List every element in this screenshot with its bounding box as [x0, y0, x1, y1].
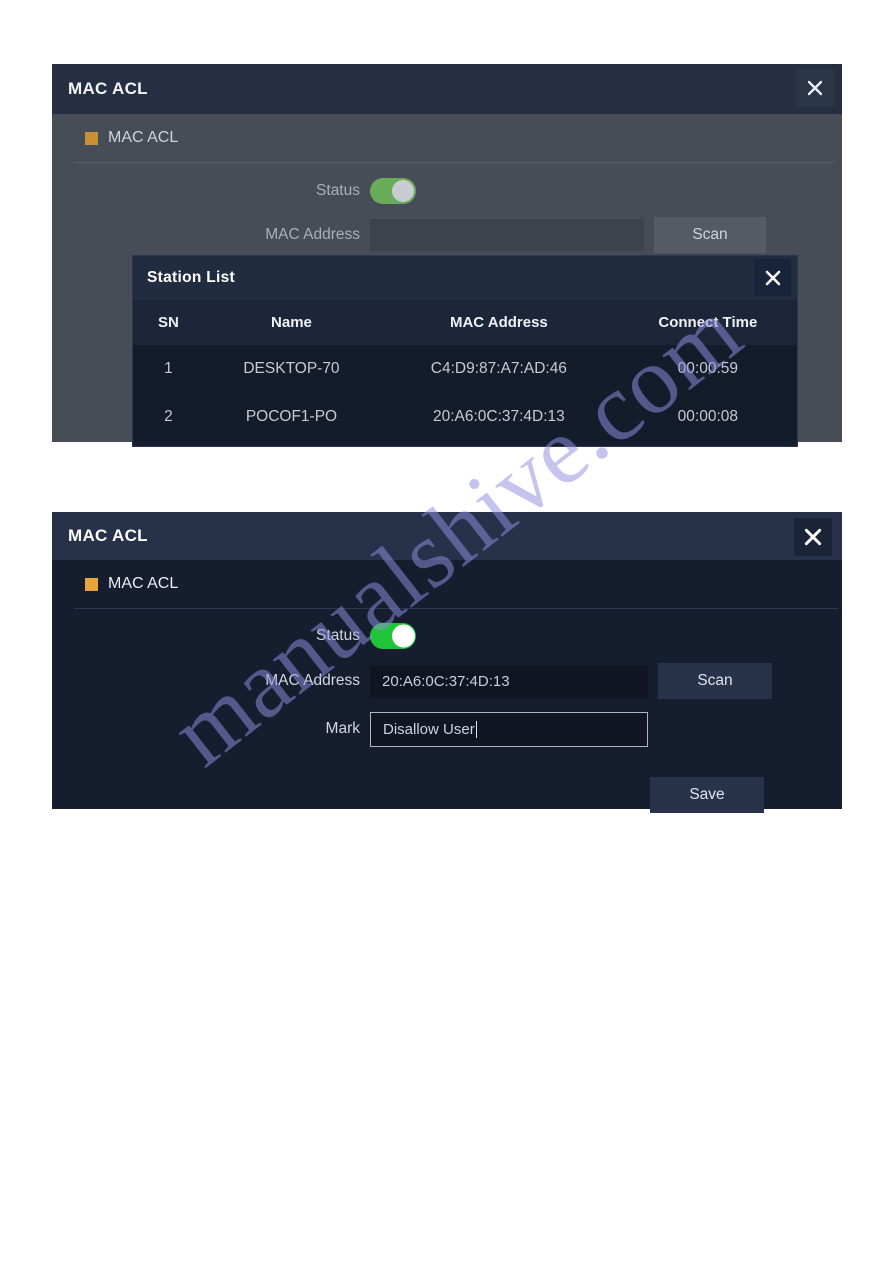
- table-row[interactable]: 1 DESKTOP-70 C4:D9:87:A7:AD:46 00:00:59: [133, 345, 797, 393]
- page-title: MAC ACL: [68, 79, 148, 98]
- column-header-connect-time: Connect Time: [618, 300, 797, 345]
- mac-address-label: MAC Address: [265, 672, 360, 689]
- status-row: Status: [52, 609, 842, 657]
- mark-input[interactable]: Disallow User: [370, 711, 648, 747]
- cell-name: POCOF1-PO: [203, 393, 380, 441]
- column-header-name: Name: [203, 300, 380, 345]
- station-list-title-bar: Station List: [133, 256, 797, 300]
- cell-name-text: DESKTOP-70: [243, 360, 340, 377]
- column-header-sn: SN: [133, 300, 204, 345]
- dialog-body: MAC ACL Status MAC Address Scan: [52, 114, 842, 259]
- section-header-mac-acl: MAC ACL: [52, 560, 842, 608]
- mac-address-label: MAC Address: [265, 226, 360, 243]
- status-row: Status: [52, 163, 842, 211]
- status-toggle[interactable]: [370, 623, 416, 649]
- scan-button[interactable]: Scan: [658, 663, 772, 699]
- page-title: MAC ACL: [68, 526, 148, 545]
- status-label: Status: [316, 182, 360, 199]
- cell-connect-time: 00:00:08: [618, 393, 797, 441]
- station-list-dialog: Station List SN Name MAC Address Connect…: [133, 256, 797, 446]
- cell-name: DESKTOP-70: [203, 345, 380, 393]
- close-icon[interactable]: [794, 518, 832, 556]
- close-icon[interactable]: [754, 259, 791, 296]
- dialog-title-bar: MAC ACL: [52, 512, 842, 560]
- station-list-title: Station List: [147, 269, 235, 286]
- status-label: Status: [316, 627, 360, 644]
- section-header-label: MAC ACL: [108, 129, 179, 146]
- status-toggle[interactable]: [370, 178, 416, 204]
- mark-label: Mark: [325, 720, 360, 737]
- mac-address-input[interactable]: 20:A6:0C:37:4D:13: [370, 664, 648, 698]
- close-icon[interactable]: [796, 69, 834, 107]
- table-row[interactable]: 2 POCOF1-PO 20:A6:0C:37:4D:13 00:00:08: [133, 393, 797, 441]
- mark-input-value: Disallow User: [383, 720, 475, 738]
- toggle-knob: [392, 624, 415, 648]
- save-button[interactable]: Save: [650, 777, 764, 813]
- mac-address-row: MAC Address 20:A6:0C:37:4D:13 Scan: [52, 657, 842, 705]
- column-header-mac-address: MAC Address: [379, 300, 619, 345]
- toggle-knob: [392, 180, 414, 202]
- mac-address-row: MAC Address Scan: [52, 211, 842, 259]
- cell-mac: 20:A6:0C:37:4D:13: [379, 393, 619, 441]
- station-list-table: SN Name MAC Address Connect Time 1 DESKT…: [133, 300, 797, 441]
- mac-address-input[interactable]: [370, 219, 644, 251]
- mac-acl-dialog: MAC ACL MAC ACL Status MAC Address 20:A6…: [52, 512, 842, 813]
- mark-row: Mark Disallow User: [52, 705, 842, 753]
- cell-sn: 1: [133, 345, 204, 393]
- table-header-row: SN Name MAC Address Connect Time: [133, 300, 797, 345]
- section-header-label: MAC ACL: [108, 575, 179, 592]
- section-marker-icon: [85, 131, 98, 145]
- dialog-body: MAC ACL Status MAC Address 20:A6:0C:37:4…: [52, 560, 842, 813]
- dialog-title-bar: MAC ACL: [52, 64, 842, 114]
- cell-name-text: POCOF1-PO: [245, 408, 338, 425]
- section-marker-icon: [85, 577, 98, 591]
- scan-button[interactable]: Scan: [654, 217, 766, 253]
- text-cursor: [475, 720, 477, 738]
- cell-mac: C4:D9:87:A7:AD:46: [379, 345, 619, 393]
- save-row: Save: [52, 753, 842, 813]
- section-header-mac-acl: MAC ACL: [52, 114, 842, 162]
- cell-connect-time: 00:00:59: [618, 345, 797, 393]
- cell-sn: 2: [133, 393, 204, 441]
